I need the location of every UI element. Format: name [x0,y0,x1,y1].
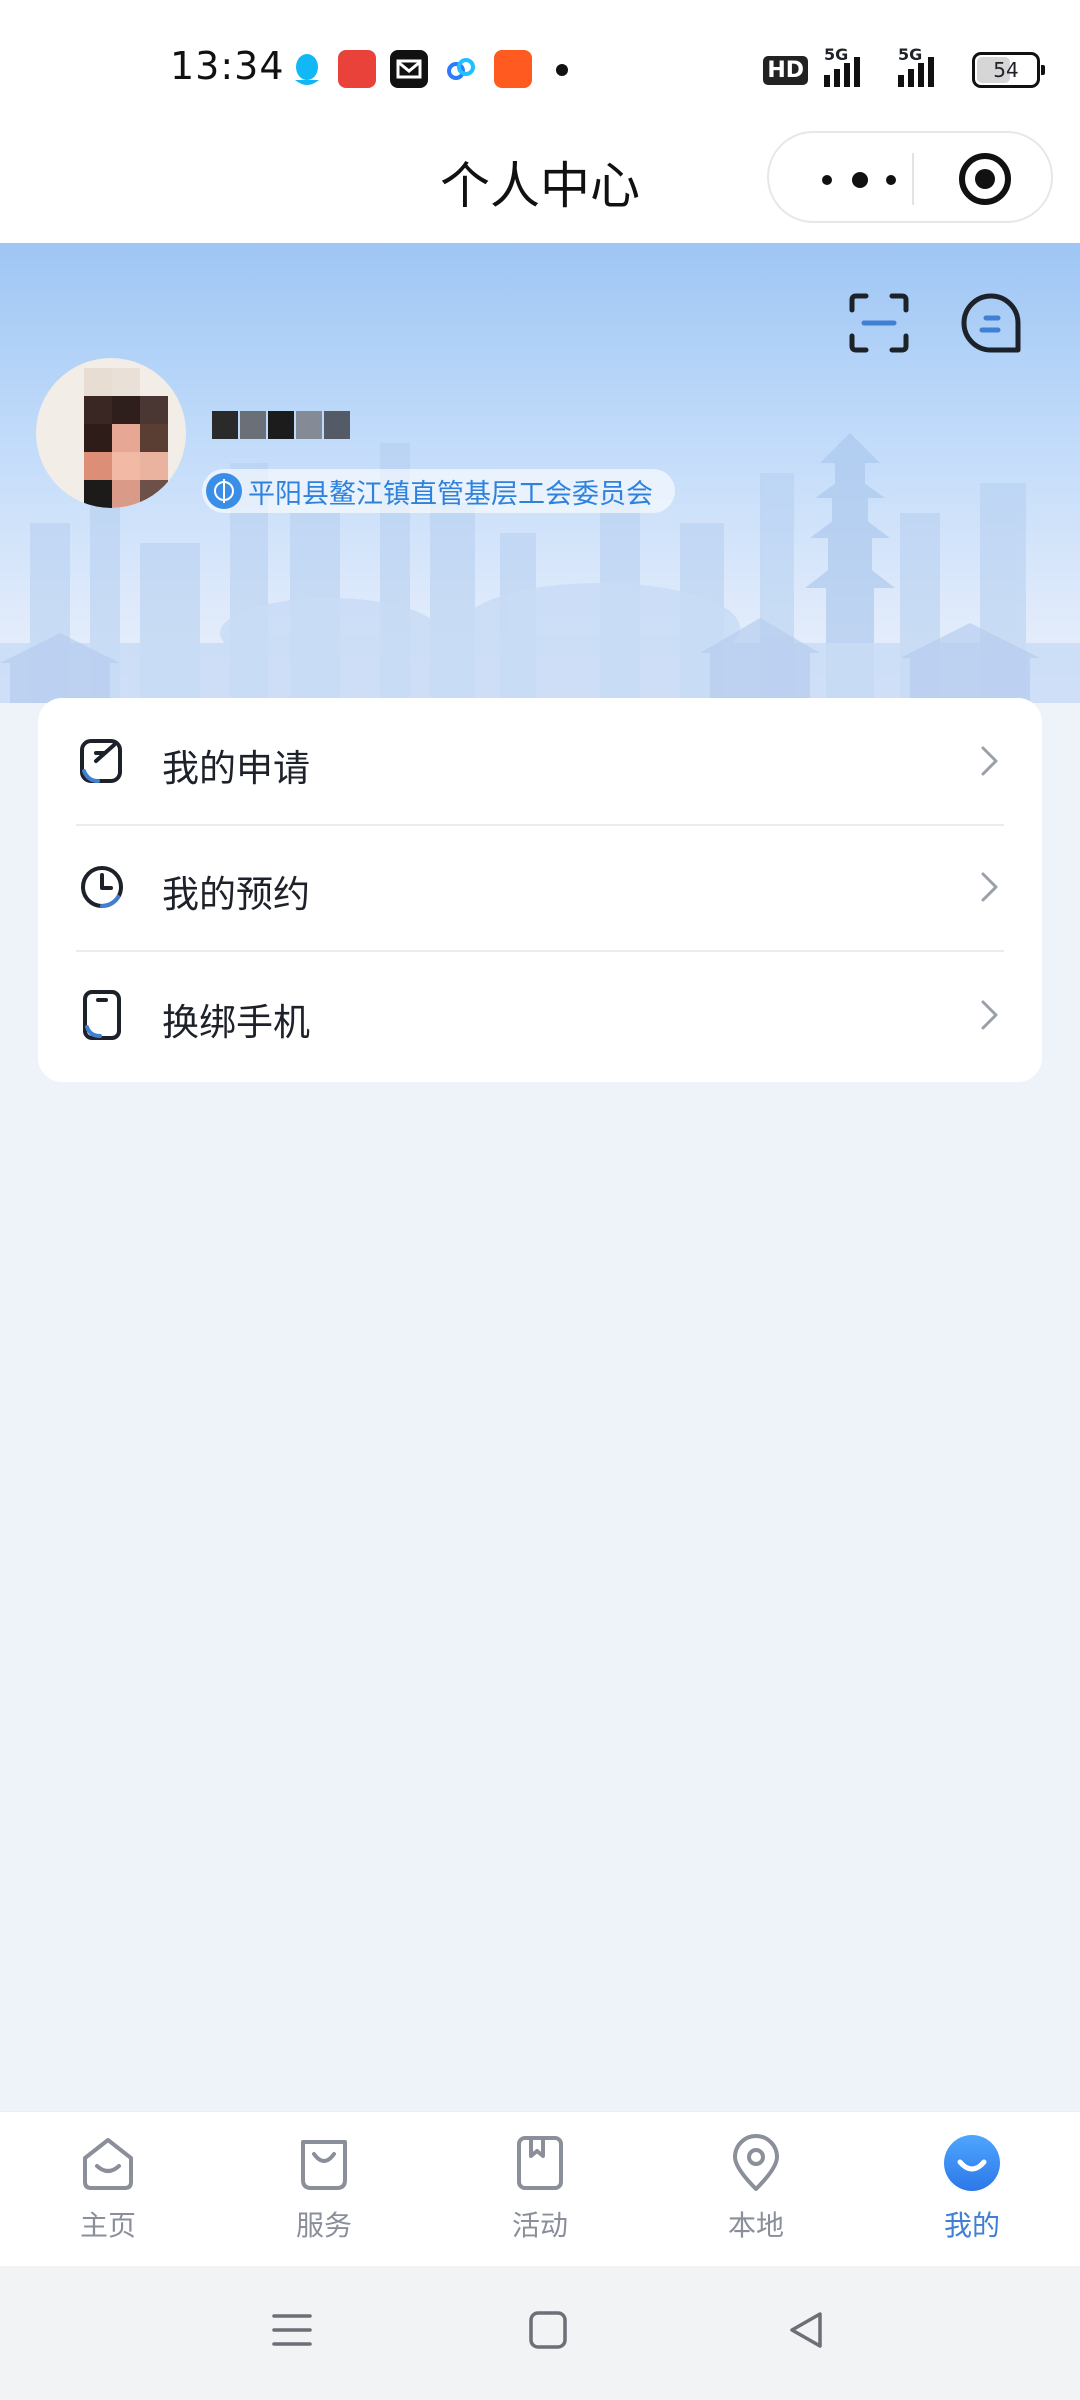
app-badge-icon [338,50,376,88]
tab-label: 我的 [943,2209,1000,2242]
avatar[interactable] [36,358,186,508]
menu-item-my-applications[interactable]: 我的申请 [38,698,1042,824]
menu-item-label: 我的预约 [162,873,310,916]
union-logo-icon [206,473,242,509]
tab-activities[interactable]: 活动 [470,2132,610,2262]
close-miniprogram-button[interactable] [959,153,1011,205]
menu-card: 我的申请 我的预约 换绑手机 [38,698,1042,1082]
qq-icon [288,50,326,88]
capsule-divider [912,153,914,205]
location-pin-icon [733,2134,779,2191]
mail-icon [390,50,428,88]
home-square-icon[interactable] [526,2308,570,2356]
tab-label: 服务 [295,2209,352,2242]
tab-label: 主页 [79,2209,136,2242]
system-navigation-bar [0,2266,1080,2400]
signal-5g-icon: 5G [824,45,882,87]
organization-name: 平阳县鳌江镇直管基层工会委员会 [248,478,653,510]
bookmark-book-icon [517,2136,563,2190]
menu-item-my-reservations[interactable]: 我的预约 [38,824,1042,950]
battery-icon: 54 [972,52,1045,88]
tab-label: 活动 [511,2209,568,2242]
miniprogram-capsule [767,131,1053,223]
status-time: 13:34 [170,44,285,88]
more-options-button[interactable] [814,165,914,195]
tab-services[interactable]: 服务 [254,2132,394,2262]
menu-item-label: 换绑手机 [162,1001,310,1044]
tab-local[interactable]: 本地 [686,2132,826,2262]
phone-icon [78,989,126,1041]
navigation-bar: 个人中心 [0,130,1080,243]
bottom-tab-bar: 主页 服务 活动 本地 我的 [0,2111,1080,2267]
more-dot-icon [556,64,568,76]
clock-icon [78,861,126,913]
cloud-link-icon [442,50,480,88]
menu-item-label: 我的申请 [162,747,310,790]
chevron-right-icon [974,998,1004,1032]
profile-smile-icon [944,2135,1000,2191]
chevron-right-icon [974,870,1004,904]
edit-note-icon [78,735,126,787]
status-indicators: HD 5G 5G 54 [763,45,1045,88]
organization-badge: 平阳县鳌江镇直管基层工会委员会 [202,469,675,513]
chevron-right-icon [974,744,1004,778]
message-icon[interactable] [958,290,1024,356]
profile-header: 平阳县鳌江镇直管基层工会委员会 [0,243,1080,703]
tab-label: 本地 [727,2209,784,2242]
signal-5g-icon-2: 5G [898,45,956,87]
shopping-bag-icon [301,2140,347,2190]
hd-voice-icon: HD [763,55,808,85]
menu-item-change-phone[interactable]: 换绑手机 [38,952,1042,1078]
username-redacted [212,411,352,443]
home-icon [83,2138,133,2190]
back-triangle-icon[interactable] [784,2308,828,2356]
tab-home[interactable]: 主页 [38,2132,178,2262]
status-bar: 13:34 HD 5G 5G 54 [0,0,1080,130]
tab-mine[interactable]: 我的 [902,2132,1042,2262]
menu-lines-icon[interactable] [270,2308,314,2356]
taobao-icon [494,50,532,88]
scan-icon[interactable] [846,290,912,356]
